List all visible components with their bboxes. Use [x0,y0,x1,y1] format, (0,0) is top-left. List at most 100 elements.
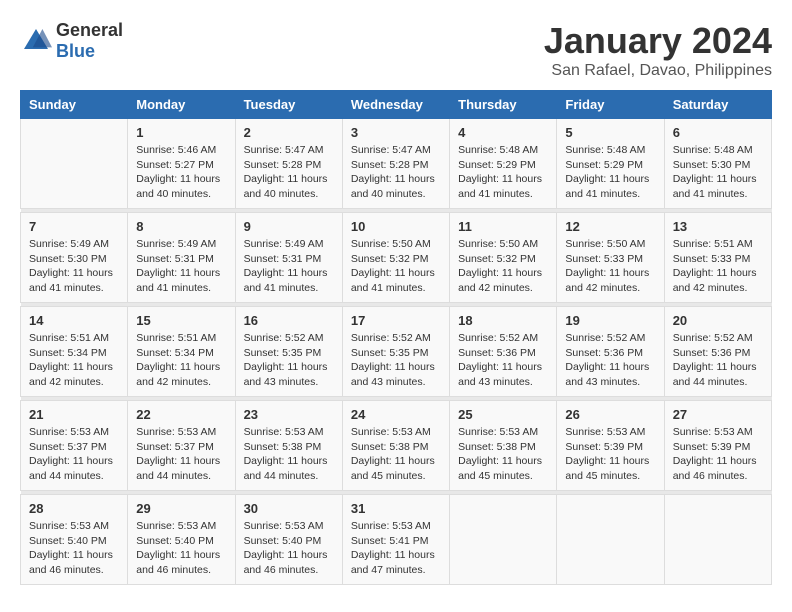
calendar-cell [557,495,664,585]
day-number: 22 [136,407,226,422]
day-info: Sunrise: 5:48 AMSunset: 5:30 PMDaylight:… [673,143,763,202]
calendar-week-row: 21 Sunrise: 5:53 AMSunset: 5:37 PMDayligh… [21,401,772,491]
calendar-cell [664,495,771,585]
calendar-body: 1 Sunrise: 5:46 AMSunset: 5:27 PMDaylight… [21,119,772,585]
day-info: Sunrise: 5:53 AMSunset: 5:40 PMDaylight:… [244,519,334,578]
calendar-cell: 22 Sunrise: 5:53 AMSunset: 5:37 PMDayligh… [128,401,235,491]
day-info: Sunrise: 5:53 AMSunset: 5:40 PMDaylight:… [29,519,119,578]
day-number: 7 [29,219,119,234]
calendar-cell [450,495,557,585]
day-info: Sunrise: 5:53 AMSunset: 5:37 PMDaylight:… [136,425,226,484]
day-number: 21 [29,407,119,422]
calendar-week-row: 28 Sunrise: 5:53 AMSunset: 5:40 PMDayligh… [21,495,772,585]
day-number: 12 [565,219,655,234]
header-thursday: Thursday [450,91,557,119]
day-info: Sunrise: 5:50 AMSunset: 5:32 PMDaylight:… [458,237,548,296]
calendar-cell: 6 Sunrise: 5:48 AMSunset: 5:30 PMDaylight… [664,119,771,209]
day-info: Sunrise: 5:48 AMSunset: 5:29 PMDaylight:… [458,143,548,202]
day-info: Sunrise: 5:50 AMSunset: 5:33 PMDaylight:… [565,237,655,296]
day-info: Sunrise: 5:49 AMSunset: 5:30 PMDaylight:… [29,237,119,296]
day-number: 30 [244,501,334,516]
calendar-cell [21,119,128,209]
calendar-cell: 12 Sunrise: 5:50 AMSunset: 5:33 PMDayligh… [557,213,664,303]
calendar-cell: 7 Sunrise: 5:49 AMSunset: 5:30 PMDaylight… [21,213,128,303]
calendar-cell: 1 Sunrise: 5:46 AMSunset: 5:27 PMDaylight… [128,119,235,209]
calendar-cell: 16Sunrise: 5:52 AMSunset: 5:35 PMDayligh… [235,307,342,397]
page-header: General Blue January 2024 San Rafael, Da… [20,20,772,80]
calendar-cell: 24 Sunrise: 5:53 AMSunset: 5:38 PMDayligh… [342,401,449,491]
day-info: Sunrise: 5:53 AMSunset: 5:38 PMDaylight:… [458,425,548,484]
calendar-week-row: 7 Sunrise: 5:49 AMSunset: 5:30 PMDaylight… [21,213,772,303]
day-info: Sunrise: 5:53 AMSunset: 5:39 PMDaylight:… [673,425,763,484]
calendar-cell: 14Sunrise: 5:51 AMSunset: 5:34 PMDayligh… [21,307,128,397]
header-friday: Friday [557,91,664,119]
day-number: 6 [673,125,763,140]
header-wednesday: Wednesday [342,91,449,119]
day-number: 26 [565,407,655,422]
calendar-header: Sunday Monday Tuesday Wednesday Thursday… [21,91,772,119]
day-info: Sunrise: 5:52 AMSunset: 5:35 PMDaylight:… [244,331,334,390]
day-number: 1 [136,125,226,140]
day-number: 20 [673,313,763,328]
day-number: 8 [136,219,226,234]
day-info: Sunrise: 5:48 AMSunset: 5:29 PMDaylight:… [565,143,655,202]
header-sunday: Sunday [21,91,128,119]
day-info: Sunrise: 5:49 AMSunset: 5:31 PMDaylight:… [136,237,226,296]
day-info: Sunrise: 5:49 AMSunset: 5:31 PMDaylight:… [244,237,334,296]
day-info: Sunrise: 5:51 AMSunset: 5:34 PMDaylight:… [29,331,119,390]
calendar-cell: 4 Sunrise: 5:48 AMSunset: 5:29 PMDaylight… [450,119,557,209]
calendar-cell: 31Sunrise: 5:53 AMSunset: 5:41 PMDayligh… [342,495,449,585]
calendar-cell: 8 Sunrise: 5:49 AMSunset: 5:31 PMDaylight… [128,213,235,303]
day-number: 9 [244,219,334,234]
calendar-cell: 21Sunrise: 5:53 AMSunset: 5:37 PMDayligh… [21,401,128,491]
calendar-cell: 23Sunrise: 5:53 AMSunset: 5:38 PMDayligh… [235,401,342,491]
calendar-cell: 20Sunrise: 5:52 AMSunset: 5:36 PMDayligh… [664,307,771,397]
logo: General Blue [20,20,123,62]
day-number: 5 [565,125,655,140]
day-number: 4 [458,125,548,140]
calendar-cell: 29 Sunrise: 5:53 AMSunset: 5:40 PMDayligh… [128,495,235,585]
day-info: Sunrise: 5:52 AMSunset: 5:36 PMDaylight:… [565,331,655,390]
header-saturday: Saturday [664,91,771,119]
day-number: 24 [351,407,441,422]
day-info: Sunrise: 5:50 AMSunset: 5:32 PMDaylight:… [351,237,441,296]
calendar-cell: 17 Sunrise: 5:52 AMSunset: 5:35 PMDayligh… [342,307,449,397]
calendar-cell: 18 Sunrise: 5:52 AMSunset: 5:36 PMDayligh… [450,307,557,397]
calendar-cell: 28 Sunrise: 5:53 AMSunset: 5:40 PMDayligh… [21,495,128,585]
header-tuesday: Tuesday [235,91,342,119]
calendar-cell: 25 Sunrise: 5:53 AMSunset: 5:38 PMDayligh… [450,401,557,491]
calendar-cell: 3Sunrise: 5:47 AMSunset: 5:28 PMDaylight… [342,119,449,209]
day-info: Sunrise: 5:46 AMSunset: 5:27 PMDaylight:… [136,143,226,202]
calendar-cell: 30 Sunrise: 5:53 AMSunset: 5:40 PMDayligh… [235,495,342,585]
day-info: Sunrise: 5:47 AMSunset: 5:28 PMDaylight:… [244,143,334,202]
logo-blue: Blue [56,41,95,61]
day-number: 28 [29,501,119,516]
day-number: 19 [565,313,655,328]
calendar-week-row: 1 Sunrise: 5:46 AMSunset: 5:27 PMDaylight… [21,119,772,209]
day-number: 18 [458,313,548,328]
day-info: Sunrise: 5:53 AMSunset: 5:39 PMDaylight:… [565,425,655,484]
day-info: Sunrise: 5:52 AMSunset: 5:36 PMDaylight:… [458,331,548,390]
day-number: 2 [244,125,334,140]
calendar-table: Sunday Monday Tuesday Wednesday Thursday… [20,90,772,585]
day-info: Sunrise: 5:52 AMSunset: 5:35 PMDaylight:… [351,331,441,390]
day-info: Sunrise: 5:53 AMSunset: 5:41 PMDaylight:… [351,519,441,578]
header-monday: Monday [128,91,235,119]
main-title: January 2024 [544,20,772,62]
calendar-cell: 15Sunrise: 5:51 AMSunset: 5:34 PMDayligh… [128,307,235,397]
day-number: 13 [673,219,763,234]
logo-icon [20,25,52,57]
calendar-cell: 13Sunrise: 5:51 AMSunset: 5:33 PMDayligh… [664,213,771,303]
day-number: 29 [136,501,226,516]
day-number: 17 [351,313,441,328]
calendar-week-row: 14Sunrise: 5:51 AMSunset: 5:34 PMDayligh… [21,307,772,397]
day-number: 25 [458,407,548,422]
day-number: 11 [458,219,548,234]
day-info: Sunrise: 5:53 AMSunset: 5:38 PMDaylight:… [351,425,441,484]
calendar-cell: 5 Sunrise: 5:48 AMSunset: 5:29 PMDaylight… [557,119,664,209]
day-info: Sunrise: 5:53 AMSunset: 5:40 PMDaylight:… [136,519,226,578]
logo-text: General Blue [56,20,123,62]
day-info: Sunrise: 5:51 AMSunset: 5:34 PMDaylight:… [136,331,226,390]
calendar-cell: 27Sunrise: 5:53 AMSunset: 5:39 PMDayligh… [664,401,771,491]
calendar-cell: 26 Sunrise: 5:53 AMSunset: 5:39 PMDayligh… [557,401,664,491]
